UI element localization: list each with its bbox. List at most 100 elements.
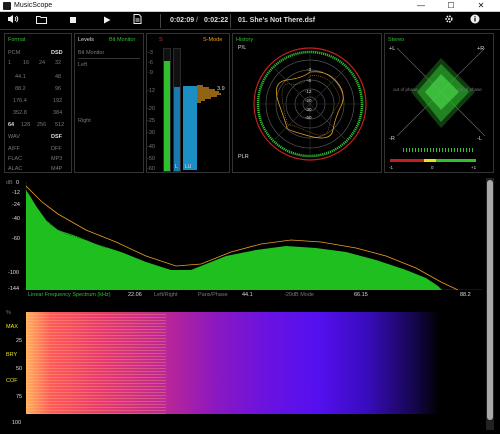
level-meter-panel: S S-Mode -3 -6 -9 -12 -20 -25 -30 -40 -5… [146,33,230,173]
toolbar-separator [230,14,231,28]
spectrum-axis-caption: Linear Frequency Spectrum (kHz) [28,292,111,298]
meter-scale-tick: -40 [147,144,155,150]
spectrum-x-tick: 88.2 [460,292,471,298]
corr-scale-label: -1 [389,165,394,170]
stereo-panel: Stereo +L +R -R -L out of phase out of p… [384,33,494,173]
spectrogram-heatmap [26,312,440,414]
right-meter-fill [174,87,180,171]
vertical-scrollbar[interactable] [486,178,494,430]
s-mode-button[interactable]: S-Mode [203,37,222,44]
left-meter-fill [164,61,170,171]
bit-monitor-label: Bit Monitor [78,50,105,56]
time-total: 0:02:22 [204,17,229,24]
right-channel-label: Right [78,118,91,124]
bit-1: 1 [8,60,12,66]
history-radar [253,47,367,161]
pl-label: P/L [238,45,247,51]
spectrum-y-tick: -100 [8,270,20,276]
pcm-label: PCM [8,50,21,56]
dsd-rate: 48 [55,74,62,80]
s-label: S [159,37,163,43]
window-title: MusicScope [14,2,53,9]
maximize-button[interactable]: ☐ [440,0,462,12]
pcm-rate: 88.2 [15,86,26,92]
dsd-mult: 256 [37,122,47,128]
folder-icon[interactable] [34,14,48,28]
history-panel: History P/L PLR -3 -6 -12 -20 -30 -60 [232,33,382,173]
correlation-negative [390,159,424,162]
format-heading: Format [8,37,26,43]
flac-label: FLAC [8,156,23,162]
spectrum-y-tick: -40 [12,216,20,222]
history-ring-label: -3 [307,67,312,72]
spectrum-panel: dB 0 -12 -24 -40 -60 -100 -144 Linear Fr… [4,178,484,306]
spectrum-plot [26,182,482,290]
left-channel-tag: L [175,164,178,170]
dsd-rate: 192 [53,98,63,104]
right-meter-track [173,48,181,172]
correlation-positive [436,159,476,162]
bit-32: 32 [55,60,62,66]
meter-scale-tick: -6 [148,60,153,66]
time-separator: / [196,17,198,24]
spectrum-x-tick: 22.06 [128,292,142,298]
track-title: 01. She's Not There.dsf [238,17,316,24]
plus-l-label: +L [389,46,396,52]
speaker-icon[interactable] [6,14,20,28]
wav-label: WAV [8,134,20,140]
history-ring-label: -6 [307,78,312,83]
info-icon[interactable] [468,14,482,28]
meter-scale-tick: -50 [147,156,155,162]
stop-icon[interactable] [66,14,80,28]
bit-monitor-tab[interactable]: Bit Monitor [109,37,135,44]
left-right-mode-button[interactable]: Left/Right [154,292,178,299]
pans-phase-button[interactable]: Pans/Phase [198,292,228,299]
dff-label: DFF [51,146,62,152]
close-button[interactable]: ✕ [470,0,492,12]
play-icon[interactable] [100,14,114,28]
corr-scale-label: 0 [431,165,434,170]
cof-marker: COF [6,378,18,384]
out-of-phase-left: out of phase [393,87,418,92]
history-ring-label: -30 [305,107,312,112]
minimize-button[interactable]: — [410,0,432,12]
title-bar: MusicScope — ☐ ✕ [0,0,500,12]
dsd-rate: 384 [53,110,63,116]
minus-r-label: -R [389,136,395,142]
bit-24: 24 [39,60,46,66]
dsd-rate: 96 [55,86,62,92]
aiff-label: AIFF [8,146,20,152]
percent-label: % [6,310,11,316]
spectrogram-y-tick: 75 [16,394,23,400]
pcm-rate: 176.4 [13,98,27,104]
peak-value: 3.9 [217,86,225,92]
spectrogram-y-tick: 50 [16,366,23,372]
document-icon[interactable] [130,14,144,28]
minus-l-label: -L [477,136,482,142]
spectrum-x-tick: 44.1 [242,292,253,298]
dsf-label: DSF [51,134,62,140]
spectrum-y-tick: 0 [16,180,20,186]
minus20db-mode-button[interactable]: -20dB Mode [284,292,314,299]
bit-row-divider [78,58,140,59]
pcm-rate: 352.8 [13,110,27,116]
dsd-label: DSD [51,50,63,56]
gear-icon[interactable] [442,14,456,28]
mp4-label: M4P [51,166,63,172]
levels-panel: Levels Bit Monitor Bit Monitor Left Righ… [74,33,144,173]
levels-heading: Levels [78,37,94,43]
meter-scale-tick: -20 [147,106,155,112]
stereo-balance-strip [403,148,475,152]
meter-scale-tick: -12 [147,88,155,94]
bit-16: 16 [23,60,30,66]
spectrum-y-tick: -144 [8,286,20,292]
spectrum-x-tick: 66.15 [354,292,368,298]
spectrum-y-tick: -24 [12,202,20,208]
spectrogram-panel: % 25 50 75 100 MAX BRY COF [4,308,484,430]
plr-label: PLR [238,154,249,160]
pcm-rate: 44.1 [15,74,26,80]
lufs-bar [183,86,197,170]
scrollbar-thumb[interactable] [487,180,493,420]
spectrum-y-tick: -60 [12,236,20,242]
left-meter-track [163,48,171,172]
